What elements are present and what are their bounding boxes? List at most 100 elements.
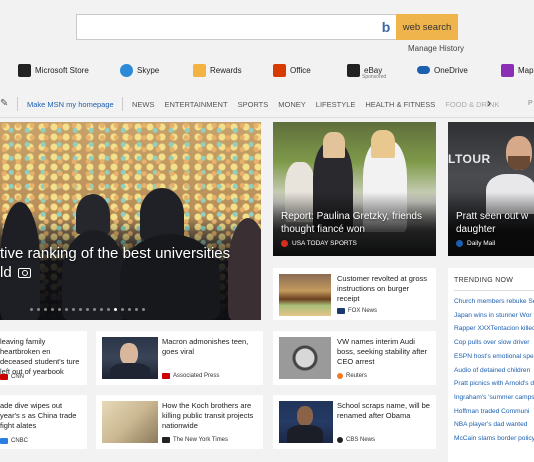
cbs-logo-icon [337, 437, 343, 443]
quicklink-office[interactable]: Office [273, 60, 311, 80]
news-card-title: ade dive wipes out year's s as China tra… [0, 401, 77, 430]
nyt-logo-icon [162, 437, 170, 443]
slideshow-dot[interactable] [72, 308, 75, 311]
news-card-source: CNN [0, 374, 24, 380]
news-card-source-label: CNN [11, 374, 24, 380]
slideshow-dot[interactable] [100, 308, 103, 311]
card-headline: Pratt seen out w daughter [456, 211, 529, 235]
slideshow-dot[interactable] [107, 308, 110, 311]
feature-card-gretzky[interactable]: Report: Paulina Gretzky, friends thought… [273, 122, 436, 256]
nav-link-money[interactable]: MONEY [278, 100, 306, 109]
rewards-icon [193, 63, 206, 77]
trending-item[interactable]: Japan wins in stunner Wor [454, 309, 534, 323]
news-card-title: How the Koch brothers are killing public… [162, 401, 254, 430]
hero-headline-line2: ld [0, 264, 12, 281]
news-card-obama-school[interactable]: School scraps name, will be renamed afte… [273, 395, 436, 449]
search-box: b web search [76, 14, 458, 40]
nav-divider [17, 97, 18, 111]
slideshow-dot[interactable] [65, 308, 68, 311]
thumbnail-macron [102, 337, 158, 379]
ebay-icon [347, 63, 360, 77]
quicklink-ebay[interactable]: eBay Sponsored [347, 60, 386, 80]
quicklink-microsoft-store[interactable]: Microsoft Store [18, 60, 89, 80]
news-card-koch[interactable]: How the Koch brothers are killing public… [96, 395, 263, 449]
quicklink-onedrive[interactable]: OneDrive [417, 60, 468, 80]
thumbnail-face [297, 406, 313, 426]
slideshow-dot[interactable] [79, 308, 82, 311]
news-card-source-label: CBS News [346, 437, 376, 443]
trending-item[interactable]: Hoffman traded Communi [454, 405, 534, 419]
pencil-icon[interactable]: ✎ [0, 98, 10, 110]
cnn-logo-icon [0, 374, 8, 380]
news-card-source-label: Reuters [346, 373, 368, 379]
hero-headline[interactable]: tive ranking of the best universities ld [0, 244, 250, 282]
card-source-label: Daily Mail [467, 240, 496, 247]
chevron-right-icon[interactable]: › [487, 96, 491, 110]
news-card-china-trade[interactable]: ade dive wipes out year's s as China tra… [0, 395, 87, 449]
slideshow-dot[interactable] [30, 308, 33, 311]
news-card-title: Macron admonishes teen, goes viral [162, 337, 249, 356]
trending-item[interactable]: Cop pulls over slow driver [454, 336, 534, 350]
slideshow-dot[interactable] [142, 308, 145, 311]
trending-item[interactable]: Ingraham's 'summer camps' [454, 391, 534, 405]
thumbnail-vw [279, 337, 331, 379]
slideshow-dot[interactable] [93, 308, 96, 311]
reuters-logo-icon [337, 373, 343, 379]
hero-image-person [140, 188, 184, 240]
news-card-title: leaving family heartbroken en deceased s… [0, 337, 80, 376]
skype-icon [120, 63, 133, 77]
trending-item[interactable]: Church members rebuke Se [454, 295, 534, 309]
news-card-vw[interactable]: VW names interim Audi boss, seeking stab… [273, 331, 436, 385]
news-card-source: CBS News [337, 437, 375, 443]
ap-logo-icon [162, 373, 170, 379]
trending-item[interactable]: Rapper XXXTentacion killed [454, 322, 534, 336]
card-image-figure [323, 132, 345, 158]
nav-link-lifestyle[interactable]: LIFESTYLE [316, 100, 356, 109]
trending-item[interactable]: NBA player's dad wanted [454, 418, 534, 432]
manage-history-link[interactable]: Manage History [408, 44, 464, 53]
news-card-macron[interactable]: Macron admonishes teen, goes viral Assoc… [96, 331, 263, 385]
slideshow-dot[interactable] [135, 308, 138, 311]
slideshow-dot[interactable] [37, 308, 40, 311]
trending-heading: TRENDING NOW [454, 277, 514, 284]
news-card-source: FOX News [337, 308, 377, 314]
slideshow-dot[interactable] [58, 308, 61, 311]
trending-item[interactable]: McCain slams border policy [454, 432, 534, 446]
web-search-button[interactable]: web search [396, 14, 458, 40]
slideshow-dot[interactable] [86, 308, 89, 311]
quicklink-label: Maps [518, 65, 534, 75]
nav-link-entertainment[interactable]: ENTERTAINMENT [165, 100, 228, 109]
search-input[interactable] [77, 15, 377, 39]
card-image-beard [508, 156, 530, 170]
nav-link-news[interactable]: NEWS [132, 100, 155, 109]
onedrive-icon [417, 66, 430, 74]
hero-slideshow[interactable]: tive ranking of the best universities ld [0, 122, 261, 320]
sponsored-label: Sponsored [362, 74, 387, 80]
nav-link-food-drink[interactable]: FOOD & DRINK [445, 100, 499, 109]
camera-icon [17, 268, 31, 279]
quicklink-rewards[interactable]: Rewards [193, 60, 242, 80]
nav-link-sports[interactable]: SPORTS [238, 100, 269, 109]
trending-item[interactable]: ESPN host's emotional spee [454, 350, 534, 364]
slideshow-dot[interactable] [121, 308, 124, 311]
trending-item[interactable]: Pratt picnics with Arnold's d [454, 377, 534, 391]
slideshow-dot[interactable] [128, 308, 131, 311]
make-homepage-link[interactable]: Make MSN my homepage [27, 100, 114, 109]
nav-divider [122, 97, 123, 111]
slideshow-dot[interactable] [114, 308, 117, 311]
slideshow-dot[interactable] [51, 308, 54, 311]
trending-item[interactable]: Audio of detained children [454, 364, 534, 378]
nav-link-health-fitness[interactable]: HEALTH & FITNESS [365, 100, 435, 109]
daily-mail-logo-icon [456, 240, 463, 247]
thumbnail-burger [279, 274, 331, 316]
card-image-figure [371, 130, 395, 158]
news-card-source: Associated Press [162, 373, 219, 379]
feature-card-pratt[interactable]: LTOUR Pratt seen out w daughter Daily Ma… [448, 122, 534, 256]
quicklink-maps[interactable]: Maps [501, 60, 534, 80]
slideshow-dot[interactable] [44, 308, 47, 311]
quick-links-bar: Microsoft Store Skype Rewards Office eBa… [0, 60, 534, 82]
news-card-source: CNBC [0, 438, 28, 444]
quicklink-skype[interactable]: Skype [120, 60, 159, 80]
news-card-yearbook[interactable]: leaving family heartbroken en deceased s… [0, 331, 87, 385]
news-card-burger[interactable]: Customer revolted at gross instructions … [273, 268, 436, 320]
